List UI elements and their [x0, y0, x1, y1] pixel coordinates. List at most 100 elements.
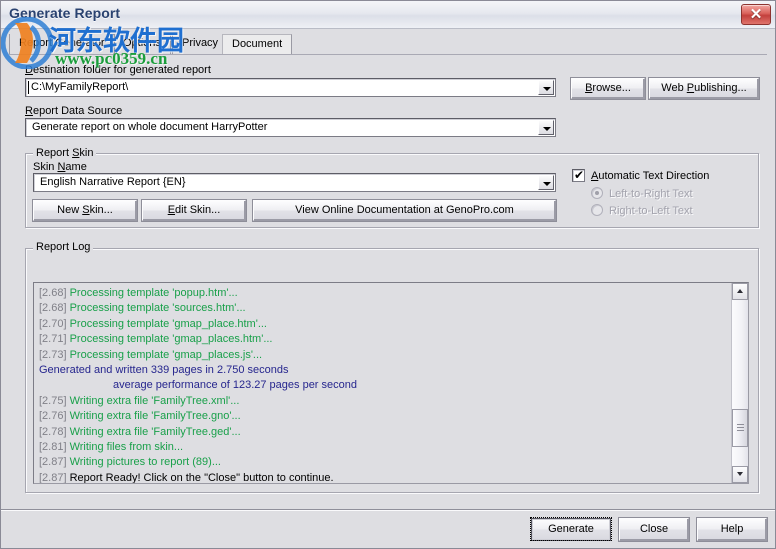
- destination-dropdown-button[interactable]: [538, 80, 554, 95]
- log-message: Writing files from skin...: [69, 441, 184, 454]
- log-message: Processing template 'gmap_place.htm'...: [69, 317, 267, 330]
- log-line: [2.68] Processing template 'sources.htm'…: [39, 301, 728, 316]
- generate-label: Generate: [530, 517, 612, 541]
- log-line: [2.87] Report Ready! Click on the "Close…: [39, 471, 728, 484]
- tab-privacy[interactable]: Privacy: [172, 34, 229, 54]
- log-message: Writing extra file 'FamilyTree.ged'...: [69, 425, 241, 438]
- destination-label-accel: D: [25, 64, 33, 76]
- right-to-left-radio[interactable]: [591, 204, 603, 216]
- report-log-lines: [2.68] Processing template 'popup.htm'..…: [39, 286, 728, 484]
- help-label: Help: [720, 523, 744, 535]
- log-line: [2.75] Writing extra file 'FamilyTree.xm…: [39, 394, 728, 409]
- text-caret: [28, 81, 29, 94]
- log-message: average performance of 123.27 pages per …: [113, 379, 357, 392]
- skin-name-input[interactable]: English Narrative Report {EN}: [33, 173, 556, 192]
- log-timestamp: [2.76]: [39, 410, 70, 423]
- scroll-up-button[interactable]: [732, 283, 748, 300]
- tab-strip: Report Generator Options Privacy Documen…: [9, 34, 767, 55]
- scrollbar-thumb[interactable]: [732, 409, 748, 447]
- log-message: Report Ready! Click on the "Close" butto…: [69, 471, 334, 484]
- skin-name-pre: Skin: [33, 161, 58, 173]
- skin-name-value: English Narrative Report {EN}: [40, 176, 186, 188]
- log-line: [2.81] Writing files from skin...: [39, 440, 728, 455]
- new-skin-button[interactable]: New Skin...: [33, 200, 137, 221]
- data-source-label-accel: R: [25, 105, 33, 117]
- log-message: Processing template 'popup.htm'...: [69, 287, 238, 299]
- view-online-documentation-button[interactable]: View Online Documentation at GenoPro.com: [253, 200, 556, 221]
- log-line: [2.78] Writing extra file 'FamilyTree.ge…: [39, 425, 728, 440]
- log-message: Writing pictures to report (89)...: [69, 456, 221, 469]
- close-icon[interactable]: ✕: [741, 4, 771, 25]
- tab-label: Options: [123, 37, 161, 49]
- log-line: [2.76] Writing extra file 'FamilyTree.gn…: [39, 409, 728, 424]
- left-to-right-radio[interactable]: [591, 187, 603, 199]
- data-source-label: Report Data Source: [25, 105, 122, 117]
- data-source-input[interactable]: Generate report on whole document HarryP…: [25, 118, 556, 137]
- report-log-panel[interactable]: [2.68] Processing template 'popup.htm'..…: [33, 282, 749, 484]
- log-message: Generated and written 339 pages in 2.750…: [39, 364, 289, 377]
- data-source-label-text: eport Data Source: [32, 105, 123, 117]
- log-timestamp: [2.87]: [39, 456, 70, 469]
- log-line: average performance of 123.27 pages per …: [39, 378, 728, 393]
- skin-cap-post: kin: [79, 147, 94, 159]
- new-skin-accel: S: [82, 204, 90, 216]
- webpub-pre: Web: [661, 82, 687, 94]
- tab-label: Document: [232, 38, 283, 50]
- log-timestamp: [2.78]: [39, 425, 70, 438]
- destination-label-text: estination folder for generated report: [32, 64, 211, 76]
- log-timestamp: [2.75]: [39, 394, 70, 407]
- tab-label: Report Generator: [19, 37, 105, 49]
- title-bar: Generate Report ✕: [1, 1, 775, 29]
- right-to-left-label: Right-to-Left Text: [609, 205, 693, 217]
- data-source-dropdown-button[interactable]: [538, 120, 554, 135]
- web-publishing-button[interactable]: Web Publishing...: [649, 78, 759, 99]
- new-skin-pre: New: [57, 204, 83, 216]
- scroll-down-button[interactable]: [732, 466, 748, 483]
- tab-document[interactable]: Document: [222, 34, 293, 54]
- log-message: Processing template 'sources.htm'...: [69, 302, 246, 315]
- log-timestamp: [2.70]: [39, 317, 70, 330]
- log-message: Writing extra file 'FamilyTree.xml'...: [69, 394, 240, 407]
- tab-report-generator[interactable]: Report Generator: [9, 34, 115, 54]
- tab-underline: [9, 54, 767, 55]
- web-publishing-label: Web Publishing...: [650, 79, 758, 98]
- edit-skin-label: Edit Skin...: [143, 201, 245, 220]
- destination-value: C:\MyFamilyReport\: [31, 81, 129, 93]
- footer-divider-highlight: [1, 510, 775, 511]
- log-timestamp: [2.73]: [39, 348, 70, 361]
- chevron-down-icon: [737, 472, 743, 476]
- left-to-right-label: Left-to-Right Text: [609, 188, 693, 200]
- close-label: Close: [639, 523, 669, 535]
- help-button[interactable]: Help: [697, 518, 767, 541]
- radio-dot-icon: [595, 191, 599, 195]
- new-skin-label: New Skin...: [34, 201, 136, 220]
- skin-name-post: ame: [65, 161, 87, 173]
- close-glyph: ✕: [749, 6, 763, 23]
- close-button[interactable]: Close: [619, 518, 689, 541]
- tab-options[interactable]: Options: [113, 34, 171, 54]
- edit-skin-accel: E: [167, 204, 176, 216]
- browse-text: rowse...: [592, 82, 631, 94]
- new-skin-post: kin...: [89, 204, 113, 216]
- report-log-group-caption: Report Log: [33, 241, 94, 253]
- auto-dir-text: utomatic Text Direction: [598, 170, 710, 182]
- automatic-text-direction-label: Automatic Text Direction: [591, 170, 709, 182]
- edit-skin-post: dit Skin...: [175, 204, 221, 216]
- generate-report-dialog: Generate Report ✕ 河东软件园 www.pc0359.cn Re…: [0, 0, 776, 549]
- chevron-down-icon: [543, 182, 551, 186]
- chevron-down-icon: [543, 87, 551, 91]
- browse-label: Browse...: [572, 79, 644, 98]
- tab-label: Privacy: [182, 37, 219, 49]
- report-log-scrollbar[interactable]: [731, 283, 748, 483]
- generate-button[interactable]: Generate: [530, 517, 612, 541]
- edit-skin-button[interactable]: Edit Skin...: [142, 200, 246, 221]
- log-message: Writing extra file 'FamilyTree.gno'...: [69, 410, 241, 423]
- window-title: Generate Report: [9, 5, 121, 21]
- automatic-text-direction-checkbox[interactable]: ✔: [572, 169, 585, 182]
- skin-name-dropdown-button[interactable]: [538, 175, 554, 190]
- destination-input[interactable]: C:\MyFamilyReport\: [25, 78, 556, 97]
- view-docs-label: View Online Documentation at GenoPro.com: [295, 204, 514, 216]
- log-line: Generated and written 339 pages in 2.750…: [39, 363, 728, 378]
- destination-label: Destination folder for generated report: [25, 64, 211, 76]
- browse-button[interactable]: Browse...: [571, 78, 645, 99]
